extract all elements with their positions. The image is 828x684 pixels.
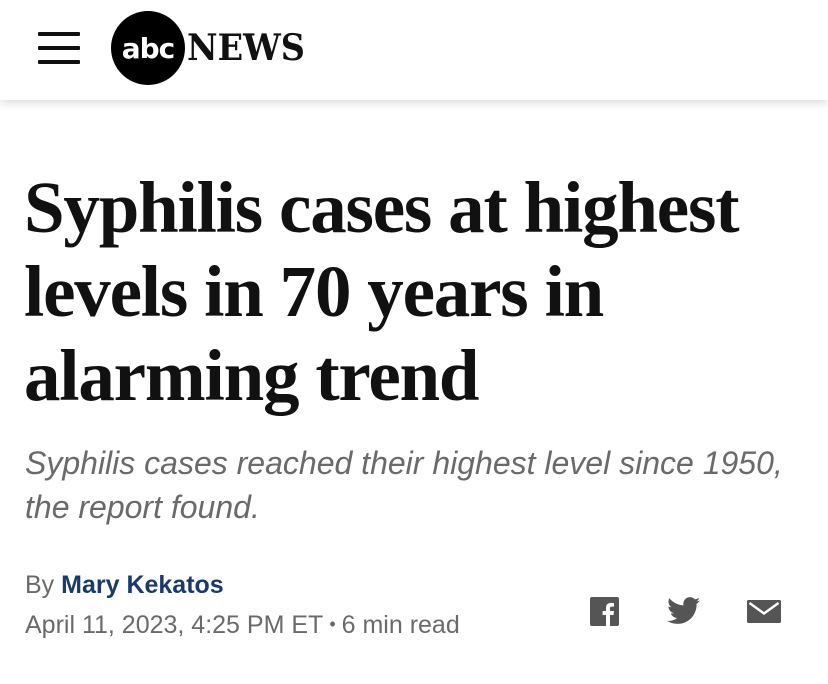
- email-icon: [747, 599, 781, 623]
- byline-prefix: By: [25, 571, 55, 599]
- email-share-button[interactable]: [745, 594, 783, 628]
- twitter-icon: [667, 597, 701, 624]
- article-headline: Syphilis cases at highest levels in 70 y…: [24, 167, 740, 416]
- menu-bar: [38, 32, 80, 36]
- publish-date: April 11, 2023, 4:25 PM ET: [25, 611, 324, 639]
- abc-logo-circle: abc: [111, 11, 185, 85]
- facebook-share-button[interactable]: [588, 594, 620, 628]
- separator-dot: •: [329, 614, 336, 634]
- author-link[interactable]: Mary Kekatos: [61, 571, 224, 599]
- site-header: abc NEWS: [0, 0, 828, 100]
- article-subheadline: Syphilis cases reached their highest lev…: [25, 445, 783, 525]
- menu-bar: [38, 46, 80, 50]
- dateline: April 11, 2023, 4:25 PM ET • 6 min read: [25, 611, 460, 640]
- twitter-share-button[interactable]: [664, 594, 704, 628]
- facebook-icon: [589, 596, 619, 626]
- abc-news-logo[interactable]: abc NEWS: [111, 11, 314, 85]
- hamburger-menu-icon[interactable]: [38, 32, 80, 64]
- news-wordmark: NEWS: [187, 27, 305, 69]
- read-time: 6 min read: [341, 611, 460, 639]
- menu-bar: [38, 60, 80, 64]
- byline: By Mary Kekatos: [25, 571, 224, 600]
